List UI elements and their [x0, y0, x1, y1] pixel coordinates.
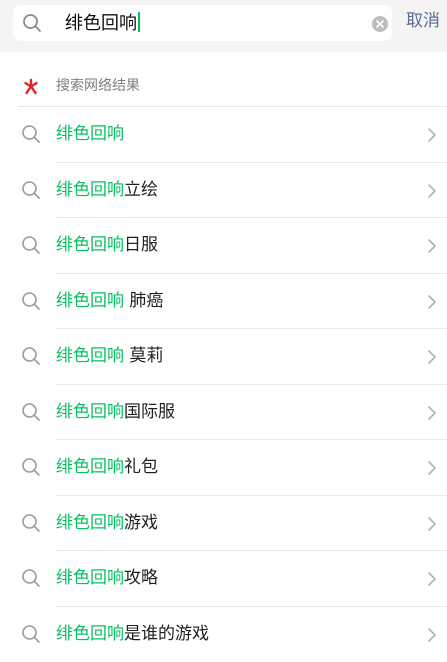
suggestion-item[interactable]: 绯色回响游戏	[0, 496, 447, 552]
suggestion-item[interactable]: 绯色回响是谁的游戏	[0, 607, 447, 662]
search-icon	[21, 180, 41, 200]
suggestion-suffix: 游戏	[124, 513, 158, 533]
suggestion-text: 绯色回响游戏	[56, 511, 158, 535]
search-icon	[21, 402, 41, 422]
suggestion-text: 绯色回响日服	[56, 233, 158, 257]
section-title: 搜索网络结果	[56, 74, 140, 98]
chevron-right-icon	[427, 460, 437, 476]
suggestion-suffix: 日服	[124, 235, 158, 255]
search-query-text: 绯色回响	[65, 12, 140, 34]
suggestion-suffix: 立绘	[124, 180, 158, 200]
suggestion-item[interactable]: 绯色回响国际服	[0, 385, 447, 441]
search-bar: 绯色回响 取消	[0, 0, 447, 52]
close-icon	[376, 20, 384, 28]
search-icon	[22, 13, 42, 33]
chevron-right-icon	[427, 349, 437, 365]
suggestion-highlight: 绯色回响	[56, 457, 124, 477]
suggestion-item[interactable]: 绯色回响日服	[0, 218, 447, 274]
suggestion-highlight: 绯色回响	[56, 568, 124, 588]
suggestion-list: 绯色回响绯色回响立绘绯色回响日服绯色回响 肺癌绯色回响 莫莉绯色回响国际服绯色回…	[0, 107, 447, 662]
suggestion-highlight: 绯色回响	[56, 513, 124, 533]
search-icon	[21, 457, 41, 477]
search-icon	[21, 124, 41, 144]
suggestion-suffix: 是谁的游戏	[124, 624, 209, 644]
chevron-right-icon	[427, 294, 437, 310]
suggestion-highlight: 绯色回响	[56, 624, 124, 644]
search-icon	[21, 346, 41, 366]
chevron-right-icon	[427, 127, 437, 143]
suggestion-item[interactable]: 绯色回响攻略	[0, 551, 447, 607]
suggestion-item[interactable]: 绯色回响立绘	[0, 163, 447, 219]
chevron-right-icon	[427, 183, 437, 199]
suggestion-highlight: 绯色回响	[56, 402, 124, 422]
suggestion-item[interactable]: 绯色回响礼包	[0, 440, 447, 496]
chevron-right-icon	[427, 238, 437, 254]
clear-search-button[interactable]	[372, 16, 388, 32]
suggestion-item[interactable]: 绯色回响 肺癌	[0, 274, 447, 330]
suggestion-text: 绯色回响	[56, 122, 124, 146]
search-icon	[21, 624, 41, 644]
suggestion-text: 绯色回响立绘	[56, 178, 158, 202]
chevron-right-icon	[427, 627, 437, 643]
search-icon	[21, 291, 41, 311]
suggestion-suffix: 肺癌	[124, 291, 163, 311]
suggestion-highlight: 绯色回响	[56, 124, 124, 144]
cancel-button[interactable]: 取消	[406, 9, 440, 33]
text-cursor	[138, 12, 140, 32]
suggestion-text: 绯色回响 肺癌	[56, 289, 163, 313]
suggestion-text: 绯色回响国际服	[56, 400, 175, 424]
suggestion-suffix: 莫莉	[124, 346, 163, 366]
suggestion-suffix: 国际服	[124, 402, 175, 422]
search-icon	[21, 568, 41, 588]
suggestion-highlight: 绯色回响	[56, 291, 124, 311]
suggestion-highlight: 绯色回响	[56, 180, 124, 200]
suggestion-suffix: 礼包	[124, 457, 158, 477]
chevron-right-icon	[427, 571, 437, 587]
chevron-right-icon	[427, 405, 437, 421]
search-input[interactable]: 绯色回响	[13, 5, 392, 41]
suggestion-text: 绯色回响攻略	[56, 566, 158, 590]
suggestion-text: 绯色回响 莫莉	[56, 344, 163, 368]
suggestion-item[interactable]: 绯色回响 莫莉	[0, 329, 447, 385]
suggestion-item[interactable]: 绯色回响	[0, 107, 447, 163]
suggestion-highlight: 绯色回响	[56, 346, 124, 366]
suggestion-text: 绯色回响礼包	[56, 455, 158, 479]
chevron-right-icon	[427, 516, 437, 532]
search-icon	[21, 235, 41, 255]
suggestion-suffix: 攻略	[124, 568, 158, 588]
search-logo-icon	[22, 77, 40, 95]
web-results-header: 搜索网络结果	[0, 60, 447, 107]
search-icon	[21, 513, 41, 533]
suggestion-highlight: 绯色回响	[56, 235, 124, 255]
suggestion-text: 绯色回响是谁的游戏	[56, 622, 209, 646]
